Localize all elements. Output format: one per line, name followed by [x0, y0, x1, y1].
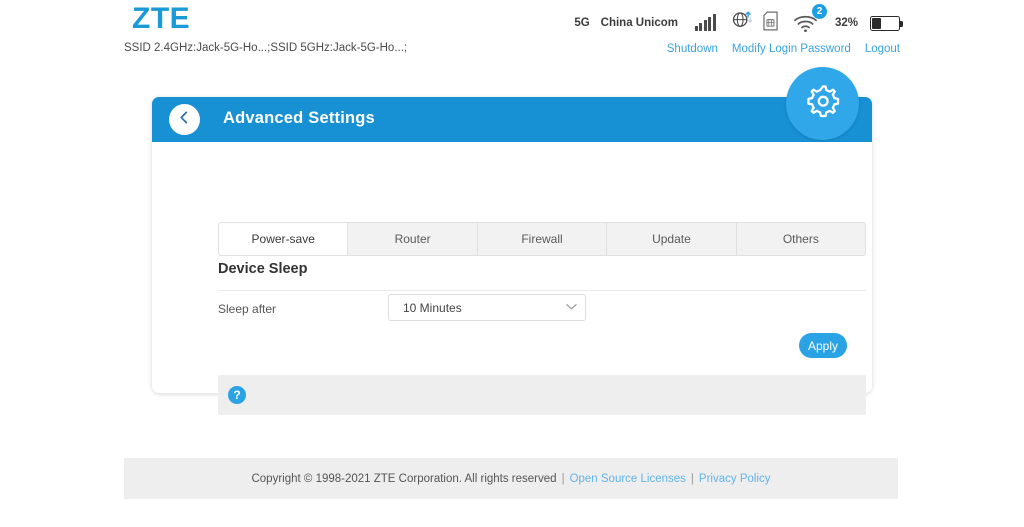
top-bar: ZTE SSID 2.4GHz:Jack-5G-Ho...;SSID 5GHz:…: [124, 0, 900, 62]
back-button[interactable]: [169, 104, 200, 135]
settings-tab-bar: Power-save Router Firewall Update Others: [218, 222, 866, 256]
section-title-device-sleep: Device Sleep: [218, 261, 307, 277]
copyright-text: Copyright © 1998-2021 ZTE Corporation. A…: [251, 473, 556, 485]
tab-power-save[interactable]: Power-save: [219, 223, 348, 255]
section-divider: [218, 290, 866, 291]
question-mark-icon[interactable]: ?: [228, 386, 246, 404]
carrier-name-label: China Unicom: [601, 17, 678, 29]
battery-percent-label: 32%: [835, 17, 858, 29]
card-header: Advanced Settings: [152, 97, 872, 142]
tab-others[interactable]: Others: [737, 223, 865, 255]
globe-data-icon: [731, 10, 752, 36]
status-indicator-strip: 5G China Unicom: [574, 10, 900, 36]
sleep-after-label: Sleep after: [218, 302, 276, 316]
wifi-client-count-badge: 2: [812, 4, 827, 19]
battery-fill-level: [872, 18, 881, 29]
network-mode-label: 5G: [574, 17, 589, 29]
gear-icon: [803, 81, 843, 126]
page-title: Advanced Settings: [223, 109, 375, 128]
page-footer: Copyright © 1998-2021 ZTE Corporation. A…: [124, 458, 898, 499]
footer-separator-1: |: [557, 473, 570, 485]
modify-login-password-link[interactable]: Modify Login Password: [732, 43, 851, 55]
privacy-policy-link[interactable]: Privacy Policy: [699, 473, 771, 485]
sleep-after-selected-value: 10 Minutes: [403, 301, 566, 315]
battery-icon: [870, 16, 900, 31]
zte-logo: ZTE: [132, 4, 190, 34]
chevron-down-icon: [566, 302, 577, 314]
card-body: Power-save Router Firewall Update Others…: [152, 142, 872, 393]
tab-router[interactable]: Router: [348, 223, 477, 255]
open-source-licenses-link[interactable]: Open Source Licenses: [570, 473, 686, 485]
apply-button[interactable]: Apply: [799, 333, 847, 358]
app-page: ZTE SSID 2.4GHz:Jack-5G-Ho...;SSID 5GHz:…: [0, 0, 1024, 527]
logout-link[interactable]: Logout: [865, 43, 900, 55]
footer-separator-2: |: [686, 473, 699, 485]
tab-firewall[interactable]: Firewall: [478, 223, 607, 255]
sim-card-icon: [763, 11, 778, 36]
settings-gear-button[interactable]: [786, 67, 859, 140]
shutdown-link[interactable]: Shutdown: [667, 43, 718, 55]
tab-update[interactable]: Update: [607, 223, 736, 255]
footer-content: Copyright © 1998-2021 ZTE Corporation. A…: [251, 473, 770, 485]
ssid-info-text: SSID 2.4GHz:Jack-5G-Ho...;SSID 5GHz:Jack…: [124, 42, 407, 54]
top-nav-links: Shutdown Modify Login Password Logout: [667, 43, 900, 55]
chevron-left-icon: [178, 111, 191, 129]
advanced-settings-card: Advanced Settings Power-save Router Fire…: [152, 97, 872, 393]
signal-bars-icon: [695, 15, 716, 31]
wifi-icon: 2: [793, 13, 818, 33]
sleep-after-select[interactable]: 10 Minutes: [388, 294, 586, 321]
help-info-bar: ?: [218, 375, 866, 415]
